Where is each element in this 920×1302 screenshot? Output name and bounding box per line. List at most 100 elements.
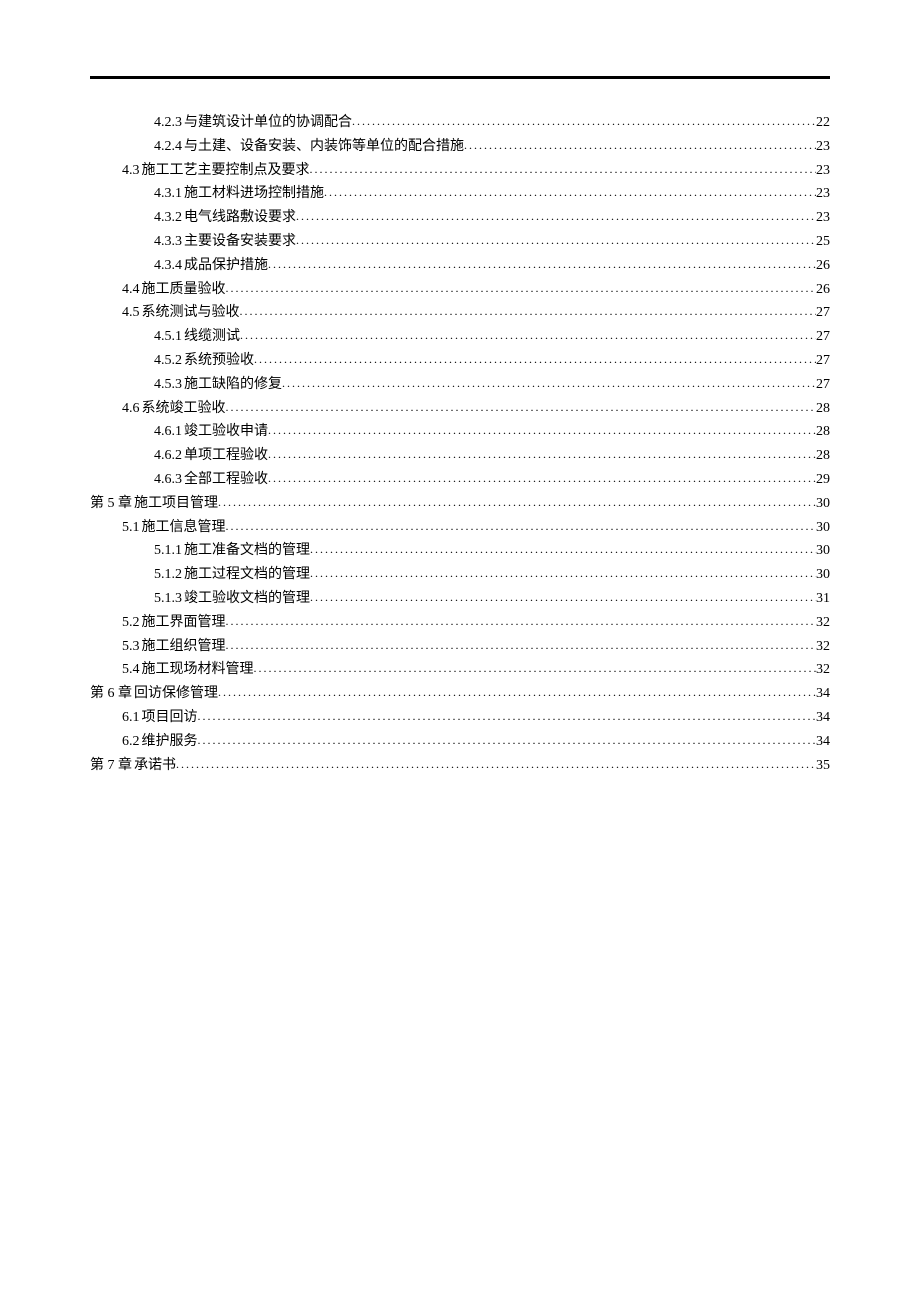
toc-page-number: 28 xyxy=(816,420,830,444)
toc-page-number: 32 xyxy=(816,658,830,682)
page-container: 4.2.3 与建筑设计单位的协调配合 224.2.4 与土建、设备安装、内装饰等… xyxy=(0,0,920,777)
toc-entry: 4.3.3 主要设备安装要求 25 xyxy=(90,230,830,254)
toc-entry: 4.6.1 竣工验收申请 28 xyxy=(90,420,830,444)
toc-leader-dots xyxy=(176,754,816,774)
toc-leader-dots xyxy=(254,349,816,369)
toc-number: 4.6.3 xyxy=(154,468,182,492)
toc-page-number: 35 xyxy=(816,754,830,778)
toc-leader-dots xyxy=(324,182,816,202)
toc-title: 线缆测试 xyxy=(184,325,240,349)
toc-title: 系统竣工验收 xyxy=(142,397,226,421)
toc-title: 系统预验收 xyxy=(184,349,254,373)
toc-leader-dots xyxy=(268,420,816,440)
toc-number: 第 7 章 xyxy=(90,754,132,778)
toc-entry: 4.3 施工工艺主要控制点及要求 23 xyxy=(90,159,830,183)
toc-number: 第 5 章 xyxy=(90,492,132,516)
toc-page-number: 26 xyxy=(816,278,830,302)
toc-leader-dots xyxy=(310,563,816,583)
toc-leader-dots xyxy=(352,111,816,131)
toc-page-number: 23 xyxy=(816,182,830,206)
toc-number: 4.3.2 xyxy=(154,206,182,230)
toc-number: 5.4 xyxy=(122,658,140,682)
toc-page-number: 27 xyxy=(816,349,830,373)
toc-title: 施工现场材料管理 xyxy=(142,658,254,682)
toc-leader-dots xyxy=(226,397,817,417)
toc-number: 4.2.4 xyxy=(154,135,182,159)
toc-page-number: 30 xyxy=(816,539,830,563)
toc-number: 5.1.1 xyxy=(154,539,182,563)
toc-page-number: 23 xyxy=(816,206,830,230)
toc-leader-dots xyxy=(310,587,816,607)
toc-number: 5.2 xyxy=(122,611,140,635)
toc-title: 施工信息管理 xyxy=(142,516,226,540)
toc-entry: 4.5.3 施工缺陷的修复 27 xyxy=(90,373,830,397)
toc-number: 4.2.3 xyxy=(154,111,182,135)
toc-leader-dots xyxy=(296,206,816,226)
toc-entry: 5.1.1 施工准备文档的管理 30 xyxy=(90,539,830,563)
toc-title: 施工过程文档的管理 xyxy=(184,563,310,587)
toc-leader-dots xyxy=(310,539,816,559)
toc-title: 全部工程验收 xyxy=(184,468,268,492)
toc-page-number: 34 xyxy=(816,706,830,730)
toc-entry: 4.5 系统测试与验收 27 xyxy=(90,301,830,325)
toc-entry: 4.5.2 系统预验收 27 xyxy=(90,349,830,373)
toc-page-number: 30 xyxy=(816,563,830,587)
toc-page-number: 31 xyxy=(816,587,830,611)
toc-title: 施工组织管理 xyxy=(142,635,226,659)
toc-title: 主要设备安装要求 xyxy=(184,230,296,254)
toc-title: 与土建、设备安装、内装饰等单位的配合措施 xyxy=(184,135,464,159)
toc-page-number: 28 xyxy=(816,397,830,421)
toc-title: 回访保修管理 xyxy=(134,682,218,706)
toc-leader-dots xyxy=(282,373,816,393)
header-rule xyxy=(90,76,830,79)
toc-page-number: 32 xyxy=(816,611,830,635)
table-of-contents: 4.2.3 与建筑设计单位的协调配合 224.2.4 与土建、设备安装、内装饰等… xyxy=(90,111,830,777)
toc-title: 竣工验收申请 xyxy=(184,420,268,444)
toc-entry: 5.1 施工信息管理 30 xyxy=(90,516,830,540)
toc-leader-dots xyxy=(198,706,817,726)
toc-leader-dots xyxy=(464,135,816,155)
toc-number: 4.3.3 xyxy=(154,230,182,254)
toc-page-number: 34 xyxy=(816,730,830,754)
toc-page-number: 27 xyxy=(816,373,830,397)
toc-number: 5.1.3 xyxy=(154,587,182,611)
toc-number: 4.6.2 xyxy=(154,444,182,468)
toc-entry: 5.3 施工组织管理 32 xyxy=(90,635,830,659)
toc-leader-dots xyxy=(226,278,817,298)
toc-page-number: 23 xyxy=(816,135,830,159)
toc-leader-dots xyxy=(240,301,817,321)
toc-entry: 4.2.3 与建筑设计单位的协调配合 22 xyxy=(90,111,830,135)
toc-title: 成品保护措施 xyxy=(184,254,268,278)
toc-title: 电气线路敷设要求 xyxy=(184,206,296,230)
toc-number: 4.3 xyxy=(122,159,140,183)
toc-title: 施工材料进场控制措施 xyxy=(184,182,324,206)
toc-entry: 5.1.2 施工过程文档的管理 30 xyxy=(90,563,830,587)
toc-leader-dots xyxy=(226,611,817,631)
toc-leader-dots xyxy=(226,635,817,655)
toc-number: 4.6 xyxy=(122,397,140,421)
toc-entry: 4.3.2 电气线路敷设要求 23 xyxy=(90,206,830,230)
toc-leader-dots xyxy=(240,325,816,345)
toc-title: 承诺书 xyxy=(134,754,176,778)
toc-leader-dots xyxy=(268,444,816,464)
toc-number: 4.5.3 xyxy=(154,373,182,397)
toc-number: 5.1.2 xyxy=(154,563,182,587)
toc-number: 5.3 xyxy=(122,635,140,659)
toc-entry: 5.4 施工现场材料管理 32 xyxy=(90,658,830,682)
toc-page-number: 30 xyxy=(816,516,830,540)
toc-number: 4.3.1 xyxy=(154,182,182,206)
toc-number: 6.2 xyxy=(122,730,140,754)
toc-number: 4.5.1 xyxy=(154,325,182,349)
toc-title: 施工缺陷的修复 xyxy=(184,373,282,397)
toc-page-number: 22 xyxy=(816,111,830,135)
toc-entry: 4.4 施工质量验收 26 xyxy=(90,278,830,302)
toc-number: 4.5.2 xyxy=(154,349,182,373)
toc-title: 项目回访 xyxy=(142,706,198,730)
toc-page-number: 27 xyxy=(816,301,830,325)
toc-entry: 6.1 项目回访 34 xyxy=(90,706,830,730)
toc-title: 施工质量验收 xyxy=(142,278,226,302)
toc-page-number: 30 xyxy=(816,492,830,516)
toc-number: 4.5 xyxy=(122,301,140,325)
toc-entry: 4.6.2 单项工程验收 28 xyxy=(90,444,830,468)
toc-title: 施工项目管理 xyxy=(134,492,218,516)
